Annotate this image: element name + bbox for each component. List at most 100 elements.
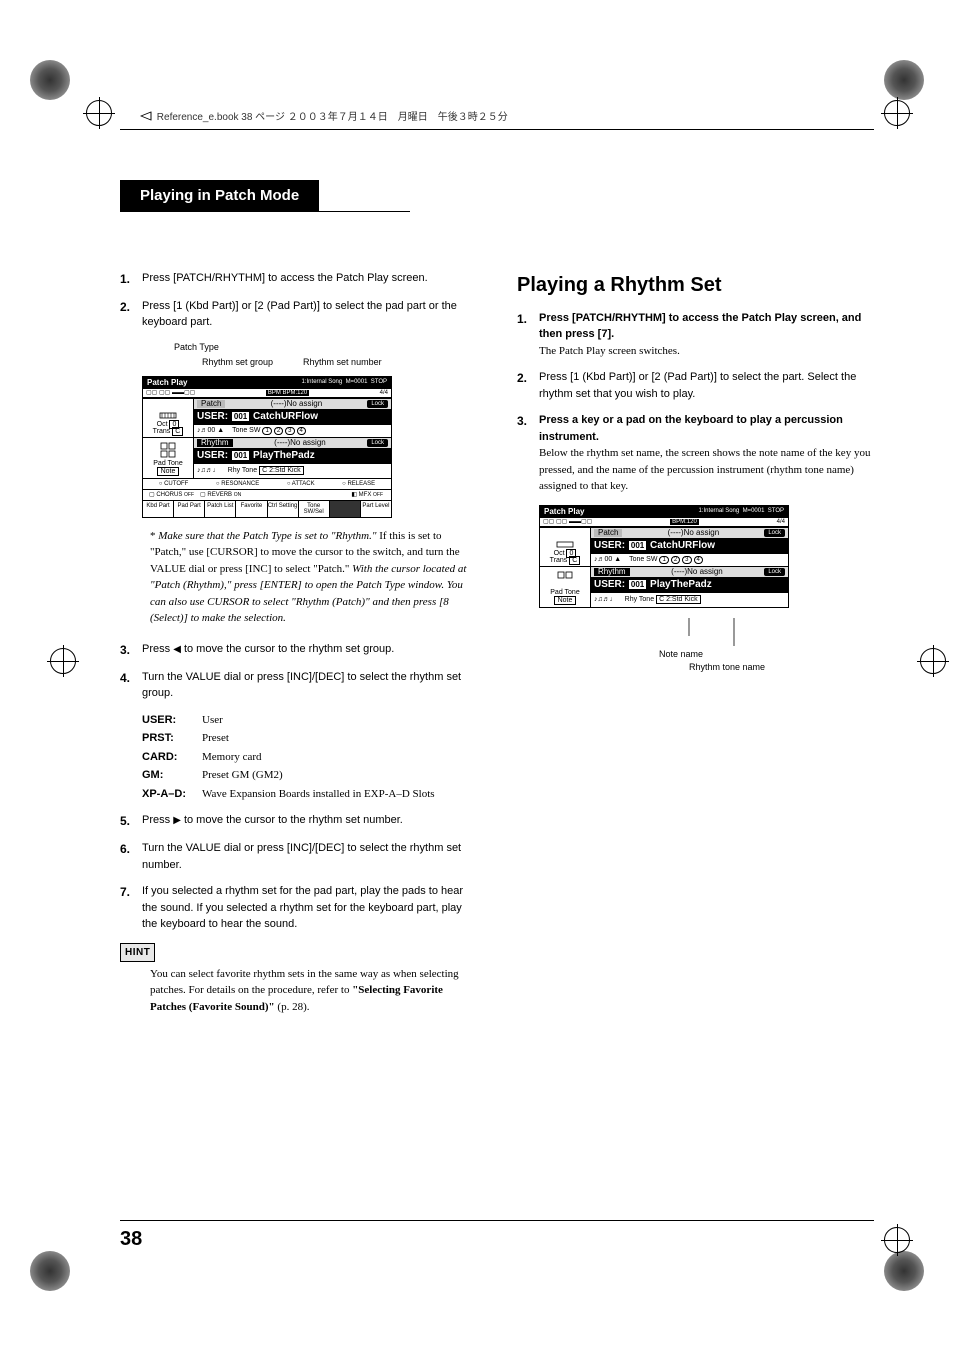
ss-fx-mfx: MFX: [359, 492, 372, 498]
header-rule: [120, 129, 874, 130]
def-key: PRST:: [142, 730, 202, 747]
ss-number: 001: [629, 541, 646, 550]
step-text: Press a key or a pad on the keyboard to …: [539, 414, 843, 443]
ss-number2: 001: [629, 580, 646, 589]
ss-tab-tsw: Tone SW/Sel: [299, 501, 330, 517]
ss-group: USER:: [594, 540, 625, 551]
ss-tonesw-label: Tone SW: [629, 556, 657, 563]
ss-oct-label: Oct: [554, 550, 565, 557]
ss-song: 1:Internal Song: [302, 379, 343, 385]
ss-lock-button: Lock: [367, 400, 388, 408]
ss-group2: USER:: [197, 450, 228, 461]
ss-title: Patch Play: [544, 508, 584, 516]
footnote: * Make sure that the Patch Type is set t…: [150, 528, 477, 627]
registration-crosshair: [920, 648, 944, 672]
screenshot-labels: Patch Type Rhythm set group Rhythm set n…: [142, 341, 477, 370]
step-text: Press [PATCH/RHYTHM] to access the Patch…: [539, 312, 861, 341]
ss-number: 001: [232, 412, 249, 421]
registration-dot: [884, 60, 924, 100]
step-number: 4.: [120, 669, 142, 702]
ss-padtone-label: Pad Tone: [153, 460, 182, 467]
right-column: Playing a Rhythm Set 1. Press [PATCH/RHY…: [517, 270, 874, 1016]
def-val: Wave Expansion Boards installed in EXP-A…: [202, 786, 435, 803]
ss-lock-button2: Lock: [367, 439, 388, 447]
ss-group: USER:: [197, 411, 228, 422]
step-text: Press [PATCH/RHYTHM] to access the Patch…: [142, 270, 477, 288]
ss-stop: STOP: [768, 508, 784, 514]
ss-stop: STOP: [371, 379, 387, 385]
step-text-pre: Press: [142, 814, 173, 826]
right-heading: Playing a Rhythm Set: [517, 270, 874, 300]
ss-knob-attack: ATTACK: [292, 481, 315, 487]
ss-tab-fav: Favorite: [236, 501, 267, 517]
ss-rhythm-name: PlayThePadz: [253, 450, 315, 461]
ss-bpm-badge: BPM:120: [670, 519, 699, 525]
section-title: Playing in Patch Mode: [120, 180, 319, 211]
ss-trans-value: C: [569, 556, 580, 565]
registration-dot: [30, 60, 70, 100]
ss-trans-label: Trans: [153, 428, 171, 435]
ss-tab-plist: Patch List: [205, 501, 236, 517]
left-arrow-icon: ◀: [173, 644, 181, 655]
ss-bpm: BPM:120: [283, 390, 308, 396]
step-number: 1.: [517, 310, 539, 360]
ss-fx-reverb: REVERB: [207, 492, 232, 498]
step-text: Press ◀ to move the cursor to the rhythm…: [142, 641, 477, 659]
def-val: Preset: [202, 730, 229, 747]
ss-bpm: BPM:120: [672, 519, 697, 525]
ss-meter: 4/4: [380, 390, 388, 396]
def-key: USER:: [142, 712, 202, 729]
ss-title: Patch Play: [147, 379, 187, 387]
ss-rhytone-label: Rhy Tone: [228, 467, 257, 474]
ss-rhytone-label: Rhy Tone: [625, 596, 654, 603]
step-text: Press ▶ to move the cursor to the rhythm…: [142, 812, 477, 830]
keyboard-icon: [158, 401, 178, 421]
def-key: CARD:: [142, 749, 202, 766]
header-text: Reference_e.book 38 ページ ２００３年７月１４日 月曜日 午…: [157, 112, 508, 123]
label-rhythm-group: Rhythm set group: [202, 356, 273, 370]
ss-knob-release: RELEASE: [347, 481, 375, 487]
ss-note-label: Note: [554, 596, 577, 605]
ss-noassign2: (----)No assign: [274, 439, 326, 447]
ss-bpm-label: BPM: [268, 390, 281, 396]
label-patch-type: Patch Type: [174, 341, 477, 355]
ss-patch-name: CatchURFlow: [650, 540, 715, 551]
ss-lock-button2: Lock: [764, 568, 785, 576]
ss-note-label: Note: [157, 467, 180, 476]
step-number: 5.: [120, 812, 142, 830]
right-arrow-icon: ▶: [173, 815, 181, 826]
screenshot-annotations: Note name Rhythm tone name: [517, 618, 874, 675]
ss-tab-lvl: Part Level: [361, 501, 391, 517]
hint-badge: HINT: [120, 943, 155, 962]
ss-knob-cutoff: CUTOFF: [164, 481, 188, 487]
ss-tab-kbd: Kbd Part: [143, 501, 174, 517]
registration-crosshair: [884, 1227, 908, 1251]
ss-trans-value: C: [172, 427, 183, 436]
registration-dot: [884, 1251, 924, 1291]
ss-lock-button: Lock: [764, 529, 785, 537]
registration-crosshair: [86, 100, 110, 124]
ss-noassign: (----)No assign: [271, 400, 323, 408]
ss-trans-label: Trans: [550, 557, 568, 564]
registration-dot: [30, 1251, 70, 1291]
def-key: GM:: [142, 767, 202, 784]
patch-play-screenshot-small: Patch Play 1:Internal Song M=0001 STOP ▢…: [539, 505, 789, 608]
step-number: 3.: [120, 641, 142, 659]
step-text: If you selected a rhythm set for the pad…: [142, 883, 477, 933]
step-text: Turn the VALUE dial or press [INC]/[DEC]…: [142, 840, 477, 873]
page-number: 38: [120, 1228, 142, 1251]
ss-patch-label: Patch: [594, 529, 622, 537]
def-val: Preset GM (GM2): [202, 767, 283, 784]
step-number: 3.: [517, 412, 539, 495]
step-number: 2.: [120, 298, 142, 331]
step-text: Press [1 (Kbd Part)] or [2 (Pad Part)] t…: [142, 298, 477, 331]
ss-bpm-badge: BPM BPM:120: [266, 390, 309, 396]
registration-crosshair: [50, 648, 74, 672]
def-val: Memory card: [202, 749, 262, 766]
left-column: 1. Press [PATCH/RHYTHM] to access the Pa…: [120, 270, 477, 1016]
footer-rule: [120, 1220, 874, 1221]
ss-number2: 001: [232, 451, 249, 460]
step-text: Press [1 (Kbd Part)] or [2 (Pad Part)] t…: [539, 369, 874, 402]
keyboard-icon: [555, 530, 575, 550]
annotation-tone-name: Rhythm tone name: [689, 662, 765, 672]
